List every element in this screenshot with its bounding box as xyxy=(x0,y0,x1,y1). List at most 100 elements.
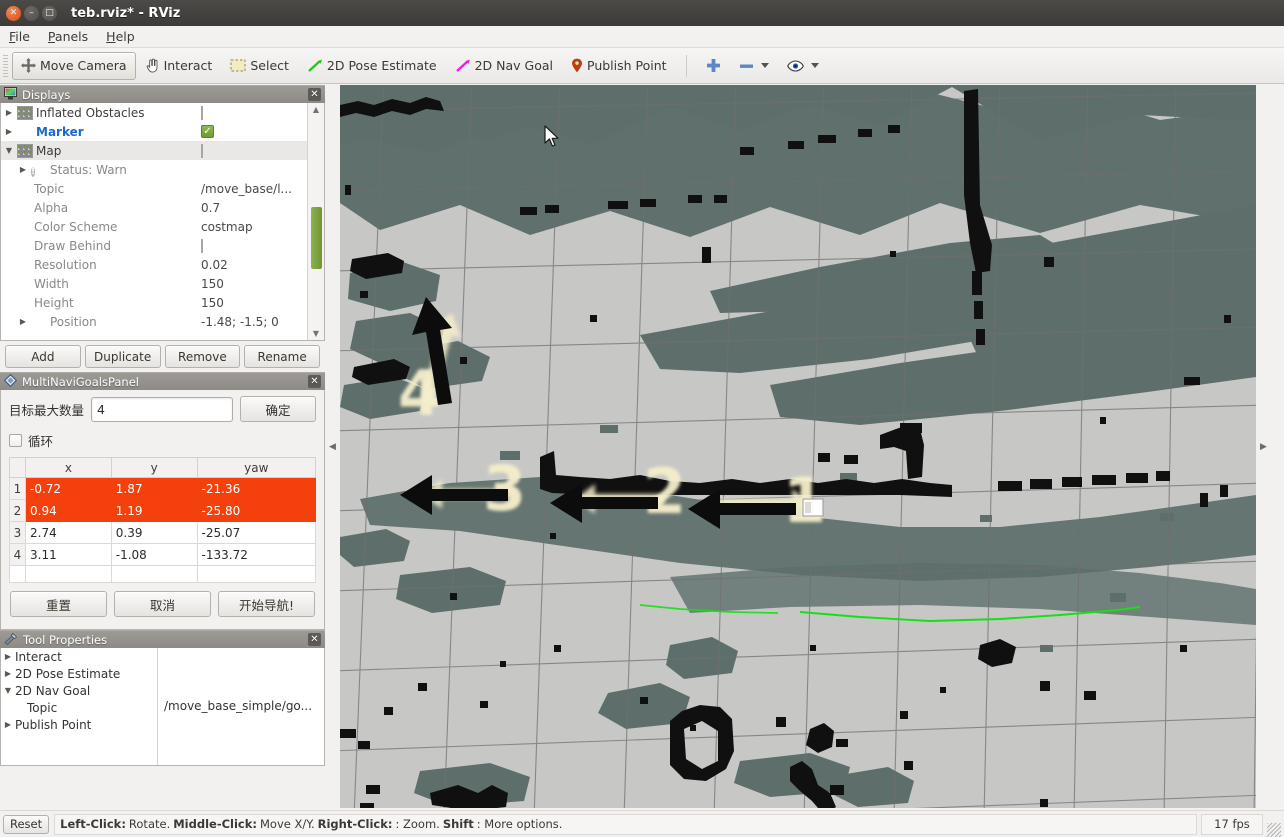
cell-y[interactable]: -1.08 xyxy=(110,543,198,566)
expand-arrow-icon[interactable]: ▶ xyxy=(15,165,31,174)
tool-prop-2d-pose-estimate[interactable]: ▶ 2D Pose Estimate xyxy=(1,665,157,682)
collapse-arrow-icon[interactable]: ▼ xyxy=(1,146,17,155)
cell-yaw[interactable]: -25.80 xyxy=(196,499,317,522)
menu-panels[interactable]: Panels xyxy=(39,27,97,46)
display-prop-value[interactable]: 0.02 xyxy=(199,258,307,272)
display-prop-position[interactable]: ▶ Position -1.48; -1.5; 0 xyxy=(1,312,307,331)
cycle-checkbox[interactable] xyxy=(9,434,22,447)
window-minimize-icon[interactable]: – xyxy=(24,5,39,21)
expand-arrow-icon[interactable]: ▶ xyxy=(15,317,31,326)
row-index-empty xyxy=(9,565,26,583)
tool-interact[interactable]: Interact xyxy=(136,52,222,80)
table-row[interactable]: 4 3.11 -1.08 -133.72 xyxy=(9,543,317,566)
display-item-map[interactable]: ▼ Map xyxy=(1,141,307,160)
expand-arrow-icon[interactable]: ▶ xyxy=(1,652,15,661)
window-maximize-icon[interactable]: □ xyxy=(42,5,57,21)
max-goals-input[interactable]: 4 xyxy=(91,396,233,422)
resize-grip-icon[interactable] xyxy=(1267,823,1281,837)
display-item-marker[interactable]: ▶ Marker ✓ xyxy=(1,122,307,141)
display-prop-topic[interactable]: Topic /move_base/l... xyxy=(1,179,307,198)
start-navigation-button[interactable]: 开始导航! xyxy=(218,591,315,617)
right-splitter-handle[interactable]: ▶ xyxy=(1256,85,1271,808)
tool-prop-interact[interactable]: ▶ Interact xyxy=(1,648,157,665)
tool-properties-close-icon[interactable]: ✕ xyxy=(308,633,321,646)
display-prop-width[interactable]: Width 150 xyxy=(1,274,307,293)
displays-close-icon[interactable]: ✕ xyxy=(308,88,321,101)
tool-prop-topic-value[interactable]: /move_base_simple/go... xyxy=(158,699,324,716)
cell-y[interactable]: 0.39 xyxy=(110,521,198,544)
menu-file[interactable]: File xyxy=(0,27,39,46)
table-row[interactable]: 2 0.94 1.19 -25.80 xyxy=(9,499,317,522)
display-label: Inflated Obstacles xyxy=(36,105,145,120)
display-prop-resolution[interactable]: Resolution 0.02 xyxy=(1,255,307,274)
tool-prop-2d-nav-goal[interactable]: ▼ 2D Nav Goal xyxy=(1,682,157,699)
toolbar-drag-handle[interactable] xyxy=(2,54,9,77)
rename-display-button[interactable]: Rename xyxy=(244,345,320,368)
tool-move-camera[interactable]: Move Camera xyxy=(12,51,136,80)
remove-tool-button[interactable] xyxy=(730,52,778,80)
cell-x[interactable]: -0.72 xyxy=(25,477,112,500)
tool-select[interactable]: Select xyxy=(221,52,298,80)
cell-y[interactable]: 1.19 xyxy=(110,499,198,522)
table-row[interactable]: 3 2.74 0.39 -25.07 xyxy=(9,521,317,544)
confirm-button[interactable]: 确定 xyxy=(240,396,316,422)
collapse-arrow-icon[interactable]: ▼ xyxy=(1,686,15,695)
chevron-down-icon[interactable] xyxy=(760,63,769,68)
goals-header-x[interactable]: x xyxy=(25,457,112,478)
expand-arrow-icon[interactable]: ▶ xyxy=(1,669,15,678)
tool-2d-nav-goal[interactable]: 2D Nav Goal xyxy=(446,52,562,80)
add-display-button[interactable]: Add xyxy=(5,345,81,368)
display-prop-value[interactable]: -1.48; -1.5; 0 xyxy=(199,315,307,329)
tool-publish-point[interactable]: Publish Point xyxy=(562,52,676,80)
goals-header-yaw[interactable]: yaw xyxy=(196,457,317,478)
scrollbar-thumb[interactable] xyxy=(311,207,322,269)
expand-arrow-icon[interactable]: ▶ xyxy=(1,108,17,117)
display-prop-draw-behind[interactable]: Draw Behind xyxy=(1,236,307,255)
reset-view-button[interactable]: Reset xyxy=(3,814,50,834)
visibility-checkbox[interactable] xyxy=(201,105,203,120)
display-prop-color-scheme[interactable]: Color Scheme costmap xyxy=(1,217,307,236)
scroll-up-icon[interactable]: ▲ xyxy=(308,103,324,116)
expand-arrow-icon[interactable]: ▶ xyxy=(1,720,15,729)
menu-help[interactable]: Help xyxy=(97,27,144,46)
display-prop-status[interactable]: ▶ ! Status: Warn xyxy=(1,160,307,179)
tool-prop-topic[interactable]: Topic xyxy=(1,699,157,716)
visibility-button[interactable] xyxy=(778,52,828,80)
cell-yaw[interactable]: -25.07 xyxy=(196,521,317,544)
cell-x[interactable]: 3.11 xyxy=(25,543,112,566)
add-tool-button[interactable] xyxy=(697,52,730,80)
multinavi-close-icon[interactable]: ✕ xyxy=(308,375,321,388)
display-prop-value[interactable]: costmap xyxy=(199,220,307,234)
visibility-checkbox-checked[interactable]: ✓ xyxy=(201,125,214,138)
displays-scrollbar[interactable]: ▲ ▼ xyxy=(307,103,324,340)
cell-x[interactable]: 2.74 xyxy=(25,521,112,544)
hint-left-click-key: Left-Click: xyxy=(60,817,126,831)
cell-yaw[interactable]: -21.36 xyxy=(196,477,317,500)
reset-goals-button[interactable]: 重置 xyxy=(10,591,107,617)
tool-2d-pose-estimate[interactable]: 2D Pose Estimate xyxy=(298,52,446,80)
remove-display-button[interactable]: Remove xyxy=(164,345,241,368)
goals-header-y[interactable]: y xyxy=(110,457,198,478)
render-view-3d[interactable]: 1 2 3 4 xyxy=(340,85,1256,808)
display-prop-value[interactable]: 0.7 xyxy=(199,201,307,215)
cell-yaw[interactable]: -133.72 xyxy=(196,543,317,566)
visibility-checkbox[interactable] xyxy=(201,143,203,158)
display-item-inflated-obstacles[interactable]: ▶ Inflated Obstacles xyxy=(1,103,307,122)
draw-behind-checkbox[interactable] xyxy=(201,238,203,253)
display-prop-value[interactable]: 150 xyxy=(199,296,307,310)
display-prop-value[interactable]: /move_base/l... xyxy=(199,182,307,196)
cancel-goals-button[interactable]: 取消 xyxy=(114,591,211,617)
chevron-down-icon-2[interactable] xyxy=(810,63,819,68)
scroll-down-icon[interactable]: ▼ xyxy=(308,327,324,340)
expand-arrow-icon[interactable]: ▶ xyxy=(1,127,17,136)
table-row[interactable]: 1 -0.72 1.87 -21.36 xyxy=(9,477,317,500)
display-prop-value[interactable]: 150 xyxy=(199,277,307,291)
cell-x[interactable]: 0.94 xyxy=(25,499,112,522)
left-splitter-handle[interactable]: ◀ xyxy=(325,85,340,808)
duplicate-display-button[interactable]: Duplicate xyxy=(84,345,161,368)
cell-y[interactable]: 1.87 xyxy=(110,477,198,500)
window-close-icon[interactable]: ✕ xyxy=(6,5,21,21)
display-prop-alpha[interactable]: Alpha 0.7 xyxy=(1,198,307,217)
tool-prop-publish-point[interactable]: ▶ Publish Point xyxy=(1,716,157,733)
display-prop-height[interactable]: Height 150 xyxy=(1,293,307,312)
